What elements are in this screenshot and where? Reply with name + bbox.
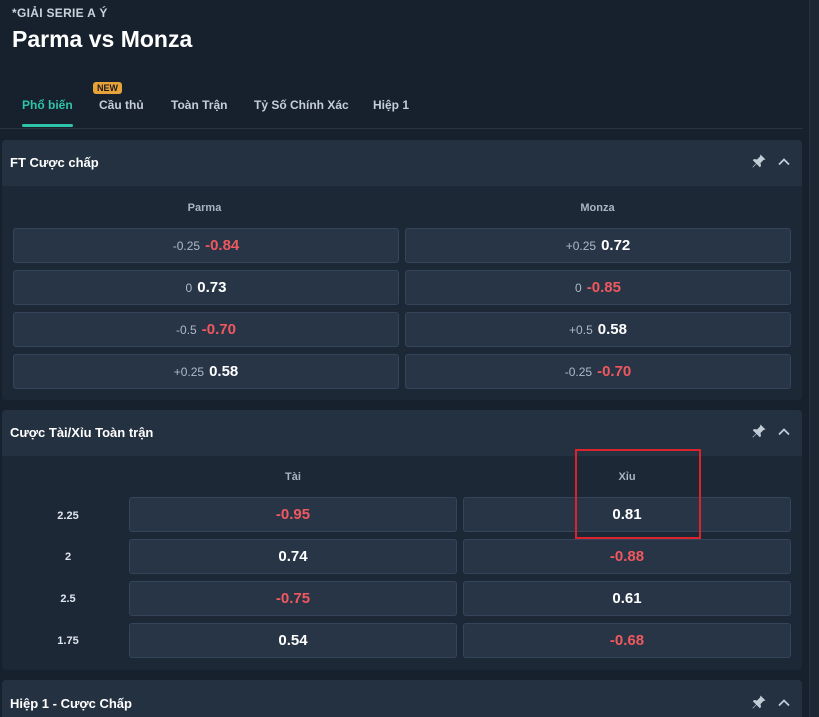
handicap-value: 0 bbox=[575, 280, 582, 295]
odds-button[interactable]: -0.88 bbox=[463, 539, 791, 574]
scrollbar[interactable] bbox=[809, 0, 819, 717]
divider bbox=[0, 128, 803, 129]
league-name: *GIẢI SERIE A Ý bbox=[12, 6, 108, 20]
odds-button[interactable]: 0.81 bbox=[463, 497, 791, 532]
handicap-value: -0.5 bbox=[176, 322, 197, 337]
odds-price: 0.61 bbox=[612, 590, 642, 607]
handicap-value: -0.25 bbox=[172, 238, 201, 253]
odds-button[interactable]: -0.5 -0.70 bbox=[13, 312, 399, 347]
odds-price: 0.81 bbox=[612, 506, 642, 523]
page-title: Parma vs Monza bbox=[12, 26, 193, 52]
odds-button[interactable]: +0.5 0.58 bbox=[405, 312, 791, 347]
handicap-value: +0.25 bbox=[173, 364, 205, 379]
odds-button[interactable]: 0.54 bbox=[129, 623, 457, 658]
away-team-header: Monza bbox=[580, 202, 615, 214]
handicap-value: +0.25 bbox=[565, 238, 597, 253]
pin-icon[interactable] bbox=[751, 153, 767, 169]
odds-price: -0.70 bbox=[201, 321, 236, 338]
section-title: FT Cược chấp bbox=[10, 155, 99, 170]
odds-button[interactable]: 0.74 bbox=[129, 539, 457, 574]
odds-price: -0.68 bbox=[609, 632, 645, 649]
tab-label: Toàn Trận bbox=[171, 98, 228, 112]
odds-button[interactable]: +0.25 0.58 bbox=[13, 354, 399, 389]
tab-popular[interactable]: Phổ biến bbox=[22, 98, 73, 128]
tab-label: Tỷ Số Chính Xác bbox=[254, 98, 349, 112]
tab-label: Hiệp 1 bbox=[373, 98, 410, 112]
over-header: Tài bbox=[285, 471, 301, 483]
goal-line: 2.25 bbox=[57, 510, 79, 522]
goal-line: 1.75 bbox=[57, 635, 79, 647]
odds-button[interactable]: -0.75 bbox=[129, 581, 457, 616]
over-under-market: Cược Tài/Xỉu Toàn trận Tài Xỉu 2.25 -0.9… bbox=[2, 410, 802, 670]
tab-full-match[interactable]: Toàn Trận bbox=[171, 98, 227, 128]
chevron-up-icon[interactable] bbox=[776, 695, 792, 711]
odds-price: 0.58 bbox=[597, 321, 627, 338]
tab-first-half[interactable]: Hiệp 1 bbox=[373, 98, 409, 128]
tab-correct-score[interactable]: Tỷ Số Chính Xác bbox=[254, 98, 349, 128]
odds-price: -0.84 bbox=[205, 237, 240, 254]
active-tab-indicator bbox=[22, 124, 73, 127]
odds-price: 0.54 bbox=[278, 632, 308, 649]
odds-button[interactable]: -0.95 bbox=[129, 497, 457, 532]
odds-price: -0.85 bbox=[586, 279, 621, 296]
pin-icon[interactable] bbox=[751, 694, 767, 710]
odds-button[interactable]: +0.25 0.72 bbox=[405, 228, 791, 263]
odds-button[interactable]: 0.61 bbox=[463, 581, 791, 616]
odds-price: -0.75 bbox=[275, 590, 311, 607]
odds-button[interactable]: -0.68 bbox=[463, 623, 791, 658]
odds-button[interactable]: -0.25 -0.70 bbox=[405, 354, 791, 389]
chevron-up-icon[interactable] bbox=[776, 424, 792, 440]
odds-price: -0.88 bbox=[609, 548, 645, 565]
tab-players[interactable]: NEW Cầu thủ bbox=[93, 82, 144, 128]
odds-button[interactable]: 0 0.73 bbox=[13, 270, 399, 305]
new-badge: NEW bbox=[93, 82, 122, 94]
section-header[interactable]: Cược Tài/Xỉu Toàn trận bbox=[2, 410, 802, 456]
handicap-value: -0.25 bbox=[564, 364, 593, 379]
first-half-handicap-market: Hiệp 1 - Cược Chấp bbox=[2, 680, 802, 717]
handicap-value: +0.5 bbox=[569, 322, 593, 337]
under-header: Xỉu bbox=[618, 471, 636, 483]
odds-price: -0.70 bbox=[597, 363, 632, 380]
odds-price: 0.74 bbox=[278, 548, 308, 565]
section-header[interactable]: FT Cược chấp bbox=[2, 140, 802, 186]
goal-line: 2.5 bbox=[60, 593, 76, 605]
odds-price: 0.72 bbox=[601, 237, 631, 254]
handicap-value: 0 bbox=[185, 280, 193, 295]
tab-label: Phổ biến bbox=[22, 98, 73, 112]
match-header: *GIẢI SERIE A Ý Parma vs Monza bbox=[12, 6, 192, 53]
odds-price: -0.95 bbox=[275, 506, 311, 523]
odds-price: 0.58 bbox=[209, 363, 239, 380]
chevron-up-icon[interactable] bbox=[776, 154, 792, 170]
odds-price: 0.73 bbox=[197, 279, 227, 296]
pin-icon[interactable] bbox=[751, 423, 767, 439]
section-title: Hiệp 1 - Cược Chấp bbox=[10, 696, 132, 711]
tab-label: Cầu thủ bbox=[99, 98, 144, 112]
odds-button[interactable]: -0.25 -0.84 bbox=[13, 228, 399, 263]
odds-button[interactable]: 0 -0.85 bbox=[405, 270, 791, 305]
handicap-market: FT Cược chấp Parma Monza -0.25 -0.84 +0.… bbox=[2, 140, 802, 400]
home-team-header: Parma bbox=[187, 202, 222, 214]
section-title: Cược Tài/Xỉu Toàn trận bbox=[10, 425, 154, 440]
goal-line: 2 bbox=[64, 551, 72, 563]
section-header[interactable]: Hiệp 1 - Cược Chấp bbox=[2, 680, 802, 717]
